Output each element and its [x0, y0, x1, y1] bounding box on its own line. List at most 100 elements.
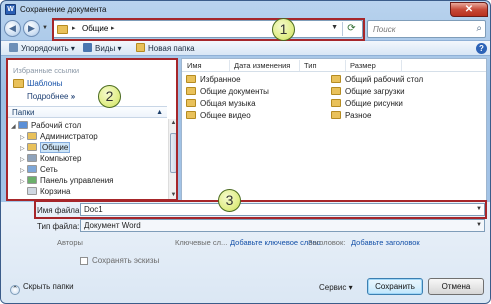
item-label: Общее видео: [200, 111, 251, 120]
scrollbar-thumb[interactable]: [170, 133, 177, 173]
tree-label: Панель управления: [40, 176, 114, 185]
desktop-icon: [18, 121, 28, 129]
tags-label: Ключевые сл...: [175, 238, 228, 247]
desktop-folder-icon: [331, 75, 341, 83]
chevron-down-icon[interactable]: ▼: [476, 204, 482, 215]
back-button[interactable]: ◀: [4, 20, 21, 37]
refresh-icon[interactable]: ⟳: [342, 22, 360, 36]
tree-item-desktop[interactable]: ◢ Рабочий стол: [11, 121, 81, 130]
callout-badge-1: 1: [272, 18, 295, 41]
column-name[interactable]: Имя: [187, 61, 202, 70]
favorites-folder-icon: [186, 75, 196, 83]
command-toolbar: Упорядочить ▾ Виды ▾ Новая папка ?: [1, 40, 490, 56]
organize-icon: [9, 43, 18, 52]
history-dropdown-icon[interactable]: ▼: [42, 25, 48, 31]
window-title: Сохранение документа: [20, 5, 107, 14]
new-folder-label: Новая папка: [148, 44, 195, 53]
save-thumbnail-label[interactable]: Сохранять эскизы: [92, 256, 159, 265]
scroll-down-icon[interactable]: ▼: [169, 191, 178, 200]
public-folder-icon: [27, 143, 37, 151]
filename-field[interactable]: Doc1 ▼: [80, 203, 485, 216]
favorite-link-templates[interactable]: Шаблоны: [27, 79, 62, 88]
service-menu[interactable]: Сервис ▾: [319, 283, 353, 292]
list-item[interactable]: Разное: [331, 111, 371, 120]
tree-collapsed-icon[interactable]: ▷: [20, 145, 27, 152]
column-size[interactable]: Размер: [350, 61, 376, 70]
title-label: Заголовок:: [308, 238, 346, 247]
column-date-modified[interactable]: Дата изменения: [234, 61, 290, 70]
search-input[interactable]: Поиск ⌕: [367, 20, 486, 38]
tree-label: Общие: [40, 142, 71, 153]
callout-badge-3: 3: [218, 189, 241, 212]
save-button[interactable]: Сохранить: [367, 278, 423, 295]
navigation-bar: ◀ ▶ ▼ ▸ Общие ▸ ▼ ⟳ Поиск ⌕: [1, 18, 490, 40]
tree-label: Корзина: [40, 187, 71, 196]
tree-label: Компьютер: [40, 154, 82, 163]
file-list-pane: Имя Дата изменения Тип Размер Избранное …: [181, 58, 487, 201]
forward-button[interactable]: ▶: [23, 20, 40, 37]
hide-folders-button[interactable]: ⌃ Скрыть папки: [10, 282, 74, 295]
list-item[interactable]: Общая музыка: [186, 99, 256, 108]
word-app-icon: W: [5, 4, 16, 15]
tree-label: Администратор: [40, 132, 98, 141]
network-icon: [27, 165, 37, 173]
address-bar[interactable]: ▸ Общие ▸ ▼ ⟳: [52, 20, 363, 38]
tree-item-computer[interactable]: ▷ Компьютер: [20, 154, 81, 163]
title-bar: W Сохранение документа ✕: [1, 1, 490, 18]
chevron-down-icon[interactable]: ▼: [476, 220, 482, 231]
organize-button[interactable]: Упорядочить ▾: [9, 43, 75, 55]
tree-item-administrator[interactable]: ▷ Администратор: [20, 132, 98, 141]
tree-item-network[interactable]: ▷ Сеть: [20, 165, 58, 174]
chevron-up-icon: ▲: [156, 109, 163, 116]
tree-collapsed-icon[interactable]: ▷: [20, 156, 27, 163]
scroll-up-icon[interactable]: ▲: [169, 119, 178, 128]
tree-item-control-panel[interactable]: ▷ Панель управления: [20, 176, 114, 185]
control-panel-icon: [27, 176, 37, 184]
list-item[interactable]: Избранное: [186, 75, 241, 84]
tree-expanded-icon[interactable]: ◢: [11, 123, 18, 130]
views-icon: [83, 43, 92, 52]
new-folder-button[interactable]: Новая папка: [136, 43, 195, 55]
music-folder-icon: [186, 99, 196, 107]
tree-collapsed-icon[interactable]: ▷: [20, 134, 27, 141]
breadcrumb-separator-icon[interactable]: ▸: [72, 24, 76, 32]
pictures-folder-icon: [331, 99, 341, 107]
column-type[interactable]: Тип: [304, 61, 317, 70]
tree-label: Рабочий стол: [31, 121, 82, 130]
service-label: Сервис: [319, 283, 347, 292]
list-item[interactable]: Общие документы: [186, 87, 269, 96]
item-label: Общие документы: [200, 87, 269, 96]
folders-header[interactable]: Папки ▲: [8, 106, 167, 118]
tree-item-public[interactable]: ▷ Общие: [20, 142, 71, 153]
views-label: Виды: [95, 44, 116, 53]
navigation-pane: Избранные ссылки Шаблоны Подробнее » Пап…: [6, 58, 178, 201]
tree-item-recycle-bin[interactable]: Корзина: [20, 187, 70, 196]
favorites-more-label: Подробнее: [27, 92, 69, 101]
breadcrumb-public[interactable]: Общие: [82, 24, 108, 33]
chevron-right-icon: »: [70, 92, 76, 101]
item-label: Общие рисунки: [345, 99, 403, 108]
filetype-select[interactable]: Документ Word ▼: [80, 219, 485, 232]
search-icon[interactable]: ⌕: [476, 23, 482, 34]
views-button[interactable]: Виды ▾: [83, 43, 121, 55]
item-label: Разное: [345, 111, 372, 120]
computer-icon: [27, 154, 37, 162]
organize-label: Упорядочить: [21, 44, 69, 53]
list-item[interactable]: Общие загрузки: [331, 87, 405, 96]
help-icon[interactable]: ?: [476, 43, 487, 54]
list-item[interactable]: Общее видео: [186, 111, 251, 120]
favorites-more-link[interactable]: Подробнее »: [27, 92, 75, 101]
tree-scrollbar[interactable]: ▲ ▼: [168, 119, 177, 200]
list-item[interactable]: Общие рисунки: [331, 99, 403, 108]
add-title-link[interactable]: Добавьте заголовок: [351, 238, 420, 247]
list-item[interactable]: Общий рабочий стол: [331, 75, 423, 84]
tree-collapsed-icon[interactable]: ▷: [20, 178, 27, 185]
address-dropdown-icon[interactable]: ▼: [331, 24, 338, 31]
cancel-button[interactable]: Отмена: [428, 278, 484, 295]
authors-label: Авторы: [57, 238, 83, 247]
filetype-label: Тип файла:: [37, 222, 80, 231]
breadcrumb-separator-icon[interactable]: ▸: [111, 24, 115, 32]
close-button[interactable]: ✕: [450, 2, 488, 17]
save-thumbnail-checkbox[interactable]: [80, 257, 88, 265]
tree-collapsed-icon[interactable]: ▷: [20, 167, 27, 174]
